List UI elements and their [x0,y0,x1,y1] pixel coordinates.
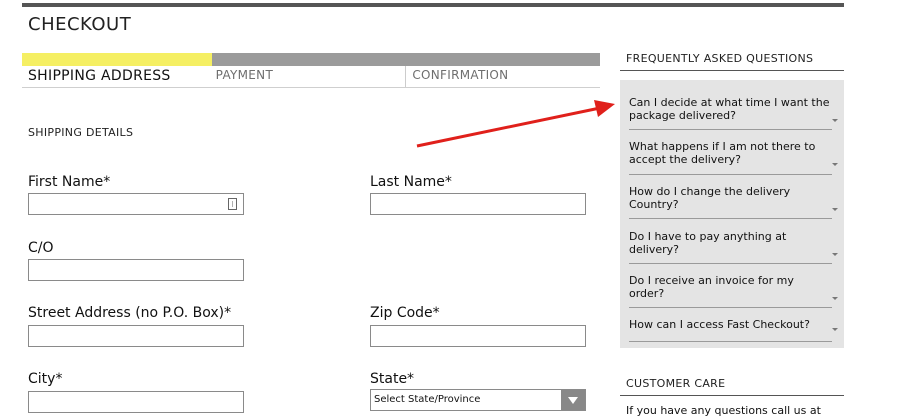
step-bar-confirmation [406,53,600,66]
faq-heading-rule [620,70,844,71]
first-name-field[interactable]: ⁝ [28,193,244,215]
step-bar-shipping [22,53,212,66]
faq-divider [629,341,832,342]
faq-item[interactable]: Can I decide at what time I want the pac… [629,96,838,122]
city-field[interactable] [28,391,244,413]
street-address-input[interactable] [29,327,243,347]
co-field[interactable] [28,259,244,281]
chevron-down-icon[interactable] [832,297,838,300]
chevron-down-icon[interactable] [561,390,585,410]
customer-care-text: If you have any questions call us at [626,404,821,417]
last-name-field[interactable] [370,193,586,215]
street-address-label: Street Address (no P.O. Box)* [28,305,232,321]
zip-code-input[interactable] [371,327,585,347]
faq-question: What happens if I am not there to accept… [629,140,816,166]
contact-card-icon[interactable]: ⁝ [228,198,237,210]
chevron-down-icon[interactable] [832,119,838,122]
faq-question: How can I access Fast Checkout? [629,318,810,331]
faq-divider [629,307,832,308]
faq-divider [629,263,832,264]
first-name-label: First Name* [28,174,111,190]
arrow-head [594,100,615,117]
faq-item[interactable]: How do I change the delivery Country? [629,185,838,211]
faq-item[interactable]: Do I have to pay anything at delivery? [629,230,838,256]
faq-divider [629,129,832,130]
step-shipping-address[interactable]: SHIPPING ADDRESS [22,66,212,88]
state-label: State* [370,371,415,387]
customer-care-heading: CUSTOMER CARE [626,377,726,390]
chevron-down-icon[interactable] [832,328,838,331]
faq-question: Can I decide at what time I want the pac… [629,96,830,122]
faq-item[interactable]: Do I receive an invoice for my order? [629,274,838,300]
faq-question: Do I receive an invoice for my order? [629,274,794,300]
faq-divider [629,218,832,219]
step-bar-payment [212,53,406,66]
faq-item[interactable]: What happens if I am not there to accept… [629,140,838,166]
faq-heading: FREQUENTLY ASKED QUESTIONS [626,52,814,65]
state-selected-value: Select State/Province [374,394,481,405]
city-label: City* [28,371,63,387]
steps-divider [22,87,600,88]
first-name-input[interactable] [29,195,243,215]
faq-question: How do I change the delivery Country? [629,185,791,211]
chevron-down-icon[interactable] [832,253,838,256]
faq-item[interactable]: How can I access Fast Checkout? [629,318,838,331]
checkout-steps: SHIPPING ADDRESS PAYMENT CONFIRMATION [22,53,600,88]
faq-panel: Can I decide at what time I want the pac… [620,80,844,348]
faq-question: Do I have to pay anything at delivery? [629,230,787,256]
arrow-shaft [416,106,601,148]
co-input[interactable] [29,261,243,281]
city-input[interactable] [29,393,243,413]
state-select[interactable]: Select State/Province [370,389,586,411]
street-address-field[interactable] [28,325,244,347]
shipping-details-heading: SHIPPING DETAILS [28,126,134,139]
last-name-label: Last Name* [370,174,452,190]
zip-code-label: Zip Code* [370,305,440,321]
page-title: CHECKOUT [28,14,132,35]
faq-divider [629,174,832,175]
zip-code-field[interactable] [370,325,586,347]
co-label: C/O [28,240,54,256]
last-name-input[interactable] [371,195,585,215]
customer-care-rule [620,395,844,396]
step-confirmation[interactable]: CONFIRMATION [406,66,600,88]
chevron-down-icon[interactable] [832,208,838,211]
step-payment[interactable]: PAYMENT [212,66,407,88]
chevron-down-icon[interactable] [832,163,838,166]
top-rule [22,3,844,7]
